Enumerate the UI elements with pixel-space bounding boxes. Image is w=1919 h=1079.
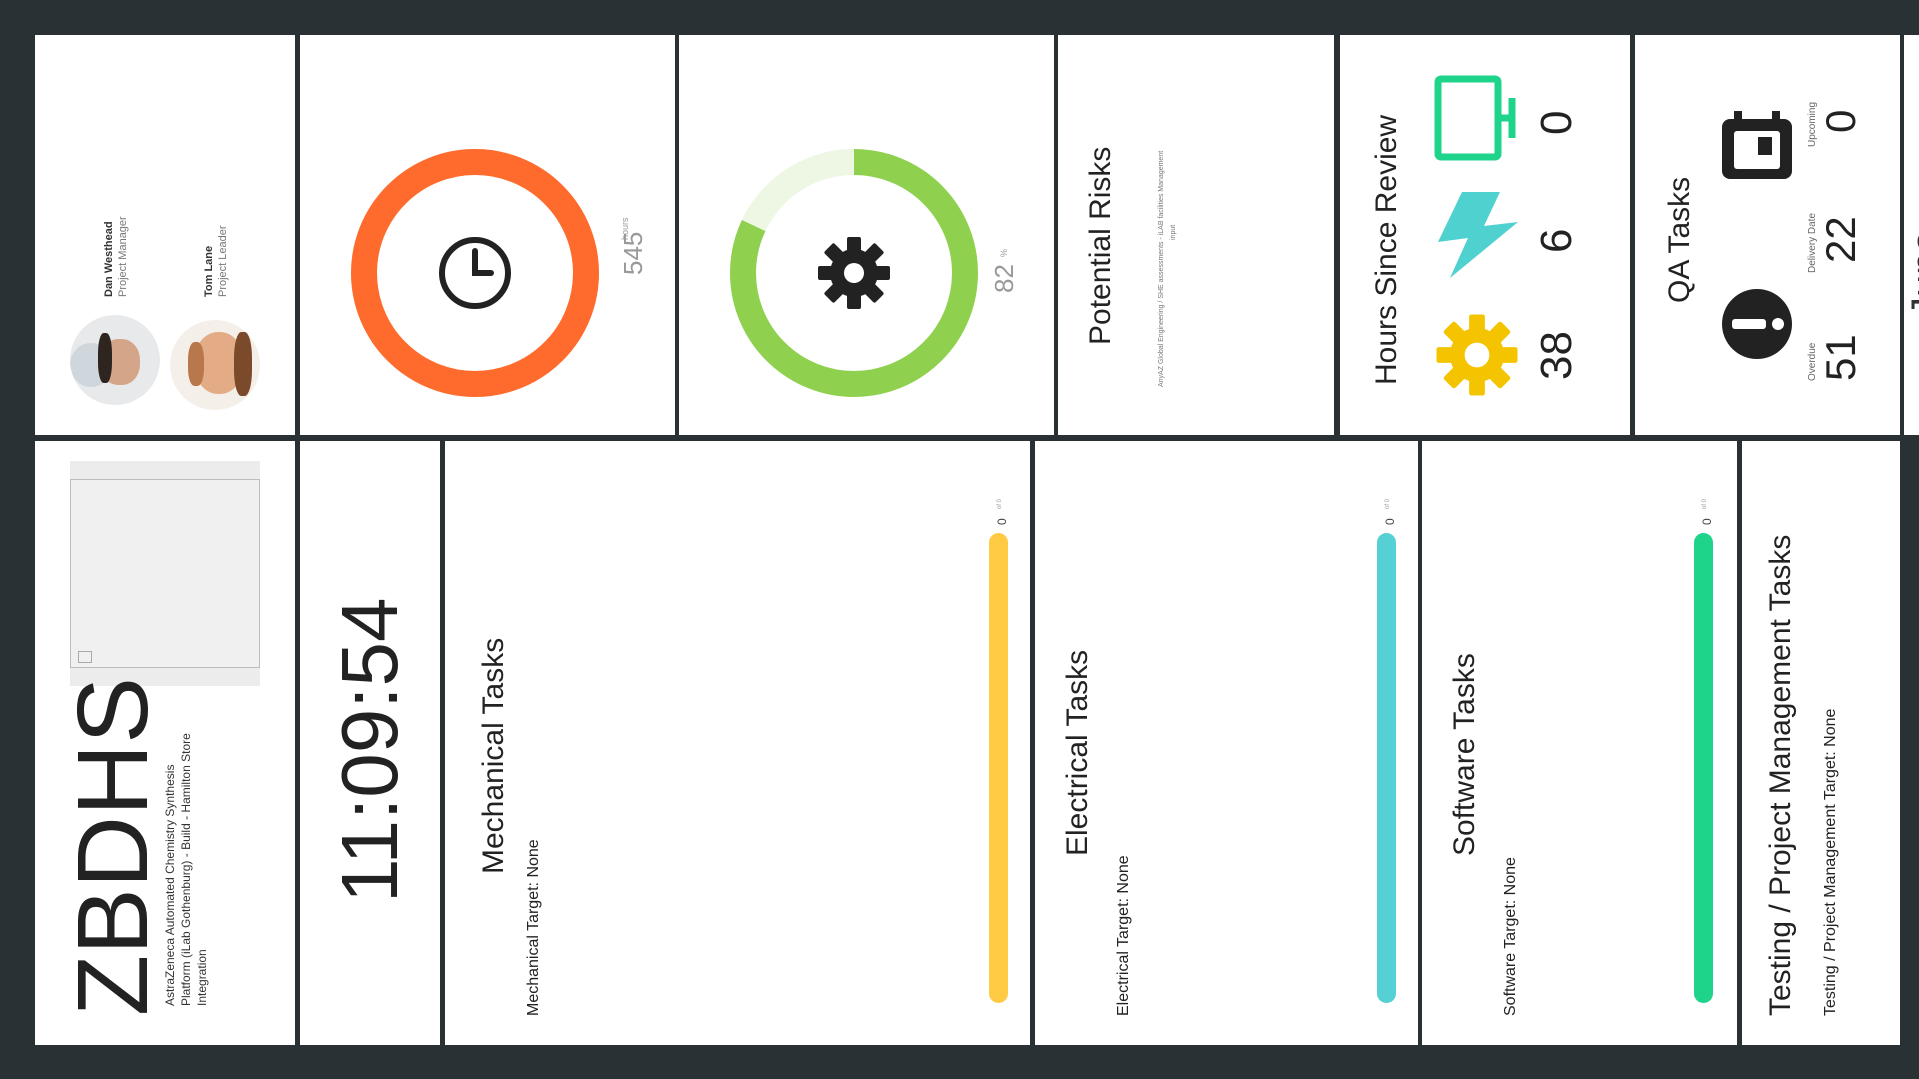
task-target: Mechanical Target: None <box>525 839 542 1016</box>
hours-ring-card: 545 hours <box>300 35 675 435</box>
qa-overdue-value: 51 <box>1817 334 1864 381</box>
qa-tasks-card: QA Tasks Overdue 51 Delivery Date 22 Upc… <box>1635 35 1900 435</box>
task-target: Software Target: None <box>1502 857 1519 1016</box>
project-code: ZBDHS <box>57 677 169 1016</box>
task-count: 0 <box>1700 518 1714 525</box>
calendar-icon <box>1722 111 1792 179</box>
progress-value: 82 <box>989 264 1019 293</box>
hsr-value: 0 <box>1532 110 1581 135</box>
avatar <box>70 315 160 405</box>
mechanical-tasks-card: Mechanical Tasks Mechanical Target: None… <box>445 441 1030 1045</box>
hsr-value: 6 <box>1532 228 1581 253</box>
task-count-unit: of 0 <box>997 498 1003 509</box>
progress-ring-card: 82 % <box>679 35 1054 435</box>
potential-risks-card: Potential Risks AnyAZ Global Engineering… <box>1058 35 1334 435</box>
monitor-icon <box>1434 75 1516 161</box>
qa-delivery-value: 22 <box>1817 216 1864 263</box>
project-description: AstraZeneca Automated Chemistry Synthesi… <box>163 764 177 1006</box>
project-image <box>70 461 260 686</box>
image-placeholder-icon <box>78 651 92 663</box>
project-description: Platform (iLab Gothenburg) - Build - Ham… <box>179 733 193 1006</box>
team-member-name: Tom Lane <box>203 245 215 297</box>
qa-tasks-title: QA Tasks <box>1663 176 1696 303</box>
task-title: Software Tasks <box>1448 653 1481 856</box>
hours-unit: hours <box>620 217 630 240</box>
qa-upcoming-value: 0 <box>1817 109 1864 133</box>
team-member-role: Project Manager <box>117 216 129 297</box>
task-target: Testing / Project Management Target: Non… <box>1822 708 1839 1016</box>
gear-icon <box>818 237 890 309</box>
month-label: June <box>1904 230 1919 317</box>
clock-card: 11:09:54 <box>300 441 440 1045</box>
software-tasks-card: Software Tasks Software Target: None 0 o… <box>1422 441 1737 1045</box>
task-title: Electrical Tasks <box>1061 649 1094 856</box>
potential-risks-note: AnyAZ Global Engineering / SHE assessmen… <box>1158 150 1165 387</box>
month-card: June <box>1904 35 1919 435</box>
task-count: 0 <box>1383 518 1397 525</box>
clock-icon <box>439 237 511 309</box>
task-progress-bar <box>1377 533 1396 1003</box>
task-count-unit: of 0 <box>1385 498 1391 509</box>
task-target: Electrical Target: None <box>1115 855 1132 1016</box>
project-description: Integration <box>195 949 209 1006</box>
avatar <box>170 320 260 410</box>
task-progress-bar <box>1694 533 1713 1003</box>
alert-icon <box>1722 289 1792 359</box>
gear-icon <box>1436 314 1518 396</box>
testing-pm-tasks-card: Testing / Project Management Tasks Testi… <box>1742 441 1900 1045</box>
task-count: 0 <box>995 518 1009 525</box>
hours-since-review-card: Hours Since Review 38 6 0 <box>1340 35 1630 435</box>
progress-unit: % <box>999 248 1009 257</box>
hsr-value: 38 <box>1532 331 1581 380</box>
team-card: Dan Westhead Project Manager Tom Lane Pr… <box>35 35 295 435</box>
electrical-tasks-card: Electrical Tasks Electrical Target: None… <box>1035 441 1418 1045</box>
potential-risks-title: Potential Risks <box>1084 146 1117 345</box>
team-member-role: Project Leader <box>217 225 229 297</box>
team-member-name: Dan Westhead <box>103 221 115 297</box>
lightning-icon <box>1438 192 1518 278</box>
project-card: ZBDHS AstraZeneca Automated Chemistry Sy… <box>35 441 295 1045</box>
potential-risks-note: input <box>1170 224 1177 240</box>
hours-since-review-title: Hours Since Review <box>1370 114 1403 385</box>
task-title: Testing / Project Management Tasks <box>1764 534 1797 1016</box>
clock-time: 11:09:54 <box>325 597 414 903</box>
task-title: Mechanical Tasks <box>477 637 510 874</box>
task-progress-bar <box>989 533 1008 1003</box>
task-count-unit: of 0 <box>1702 498 1708 509</box>
